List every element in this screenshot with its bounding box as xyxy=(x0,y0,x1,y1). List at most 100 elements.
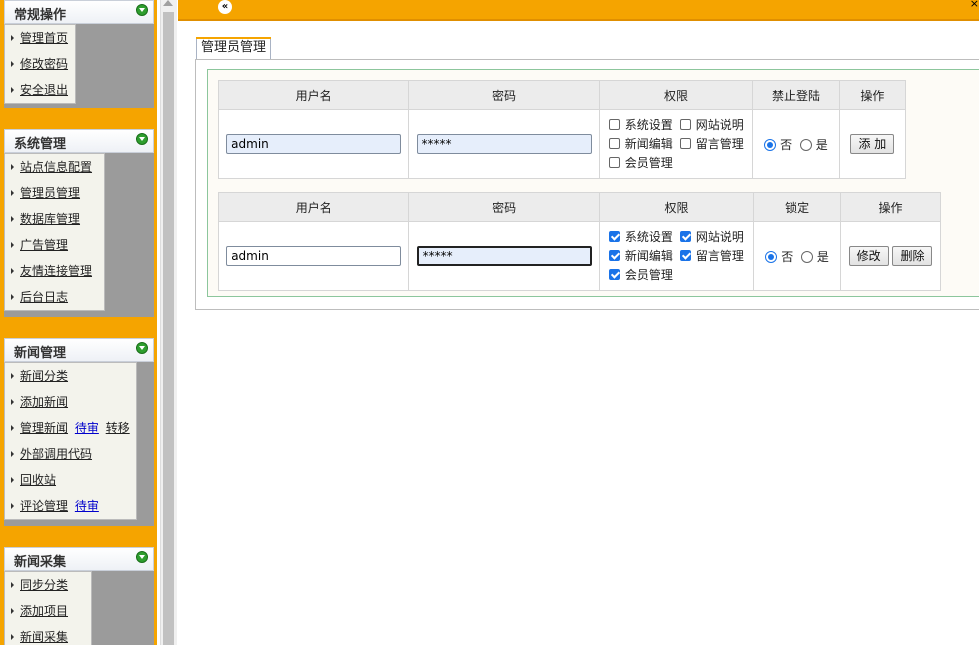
menu-item-link[interactable]: 广告管理 xyxy=(20,238,68,252)
menu-item-external-code[interactable]: 外部调用代码 xyxy=(5,441,136,467)
delete-button[interactable]: 删除 xyxy=(892,246,933,266)
radio-yes[interactable] xyxy=(799,138,812,151)
triangle-right-icon xyxy=(11,451,14,457)
add-button[interactable]: 添 加 xyxy=(850,134,895,154)
perm-label: 留言管理 xyxy=(695,248,744,263)
header-action: 操作 xyxy=(838,80,907,110)
perm-checkbox-news-edit[interactable] xyxy=(608,137,620,149)
main-frame: « × 管理员管理 用户名 密码 权限 禁止登陆 操作 系统设置网站 xyxy=(178,0,979,645)
perm-checkbox-members[interactable] xyxy=(608,156,620,168)
radio-no[interactable] xyxy=(765,250,778,263)
header-permissions: 权限 xyxy=(598,192,755,222)
triangle-right-icon xyxy=(11,190,14,196)
menu-item-link[interactable]: 添加新闻 xyxy=(20,395,68,409)
radio-no[interactable] xyxy=(764,138,777,151)
perm-label: 新闻编辑 xyxy=(624,248,673,263)
menu-items: 同步分类 添加项目 新闻采集 xyxy=(4,571,92,645)
menu-item-news-collect[interactable]: 新闻采集 xyxy=(5,624,91,645)
scroll-up-arrow-icon[interactable] xyxy=(163,0,173,6)
menu-item-friend-links[interactable]: 友情连接管理 xyxy=(5,258,104,284)
menu-group-header[interactable]: 新闻管理 xyxy=(4,338,154,362)
double-left-chevron-icon[interactable]: « xyxy=(218,0,232,14)
menu-item-logout[interactable]: 安全退出 xyxy=(5,77,75,103)
triangle-right-icon xyxy=(11,35,14,41)
perm-checkbox-site-info[interactable] xyxy=(679,230,691,242)
menu-item-link[interactable]: 管理首页 xyxy=(20,31,68,45)
menu-group-common: 常规操作 管理首页 修改密码 安全退出 xyxy=(4,0,154,108)
radio-no-label: 否 xyxy=(781,249,794,264)
header-action: 操作 xyxy=(840,192,941,222)
menu-item-recycle-bin[interactable]: 回收站 xyxy=(5,467,136,493)
menu-item-add-news[interactable]: 添加新闻 xyxy=(5,389,136,415)
menu-group-header[interactable]: 新闻采集 xyxy=(4,547,154,571)
password-input[interactable] xyxy=(416,134,592,154)
expand-arrow-icon[interactable] xyxy=(136,551,148,563)
menu-item-add-project[interactable]: 添加项目 xyxy=(5,598,91,624)
menu-item-link[interactable]: 管理员管理 xyxy=(20,186,80,200)
perm-label: 会员管理 xyxy=(624,155,673,170)
menu-item-link[interactable]: 评论管理 xyxy=(20,499,68,513)
header-ban-login: 禁止登陆 xyxy=(752,80,840,110)
close-icon[interactable]: × xyxy=(970,0,979,10)
menu-item-link[interactable]: 外部调用代码 xyxy=(20,447,92,461)
triangle-right-icon xyxy=(11,216,14,222)
username-input[interactable] xyxy=(226,246,402,266)
triangle-right-icon xyxy=(11,164,14,170)
menu-item-admin-home[interactable]: 管理首页 xyxy=(5,25,75,51)
perm-checkbox-guestbook[interactable] xyxy=(679,137,691,149)
scrollbar-thumb[interactable] xyxy=(163,12,174,645)
header-lock: 锁定 xyxy=(753,192,842,222)
menu-item-site-config[interactable]: 站点信息配置 xyxy=(5,154,104,180)
expand-arrow-icon[interactable] xyxy=(136,342,148,354)
menu-group-header[interactable]: 系统管理 xyxy=(4,129,154,153)
triangle-right-icon xyxy=(11,61,14,67)
pending-link[interactable]: 待审 xyxy=(75,421,99,435)
menu-group-system: 系统管理 站点信息配置 管理员管理 数据库管理 广告管理 友情连接管理 后台日志 xyxy=(4,129,154,317)
menu-item-link[interactable]: 友情连接管理 xyxy=(20,264,92,278)
menu-item-link[interactable]: 安全退出 xyxy=(20,83,68,97)
menu-item-link[interactable]: 后台日志 xyxy=(20,290,68,304)
menu-item-link[interactable]: 新闻分类 xyxy=(20,369,68,383)
tab-admin-manage[interactable]: 管理员管理 xyxy=(196,37,272,59)
menu-item-link[interactable]: 回收站 xyxy=(20,473,56,487)
perm-checkbox-system[interactable] xyxy=(608,118,620,130)
perm-checkbox-guestbook[interactable] xyxy=(679,249,691,261)
triangle-right-icon xyxy=(11,477,14,483)
menu-item-change-password[interactable]: 修改密码 xyxy=(5,51,75,77)
menu-item-link[interactable]: 站点信息配置 xyxy=(20,160,92,174)
menu-item-news-category[interactable]: 新闻分类 xyxy=(5,363,136,389)
radio-yes[interactable] xyxy=(801,250,814,263)
transfer-link[interactable]: 转移 xyxy=(106,421,130,435)
perm-checkbox-site-info[interactable] xyxy=(679,118,691,130)
menu-item-link[interactable]: 同步分类 xyxy=(20,578,68,592)
modify-button[interactable]: 修改 xyxy=(848,246,889,266)
perm-checkbox-system[interactable] xyxy=(608,230,620,242)
expand-arrow-icon[interactable] xyxy=(136,133,148,145)
menu-item-database[interactable]: 数据库管理 xyxy=(5,206,104,232)
menu-item-sync-category[interactable]: 同步分类 xyxy=(5,572,91,598)
menu-item-comments[interactable]: 评论管理 待审 xyxy=(5,493,136,519)
menu-item-manage-news[interactable]: 管理新闻 待审 转移 xyxy=(5,415,136,441)
menu-item-link[interactable]: 管理新闻 xyxy=(20,421,68,435)
menu-item-link[interactable]: 添加项目 xyxy=(20,604,68,618)
menu-item-link[interactable]: 新闻采集 xyxy=(20,630,68,644)
perm-checkbox-members[interactable] xyxy=(608,268,620,280)
menu-item-link[interactable]: 数据库管理 xyxy=(20,212,80,226)
menu-group-body: 站点信息配置 管理员管理 数据库管理 广告管理 友情连接管理 后台日志 xyxy=(4,153,154,317)
expand-arrow-icon[interactable] xyxy=(136,4,148,16)
menu-group-header[interactable]: 常规操作 xyxy=(4,0,154,24)
menu-item-admin-log[interactable]: 后台日志 xyxy=(5,284,104,310)
table-header-row: 用户名 密码 权限 锁定 操作 xyxy=(217,192,941,222)
perm-label: 网站说明 xyxy=(695,117,744,132)
username-input[interactable] xyxy=(226,134,402,154)
password-input[interactable] xyxy=(416,246,592,266)
username-cell xyxy=(217,221,410,291)
menu-item-admin-manage[interactable]: 管理员管理 xyxy=(5,180,104,206)
permissions-cell: 系统设置 网站说明 新闻编辑 留言管理 会员管理 xyxy=(598,221,755,291)
pending-link[interactable]: 待审 xyxy=(75,499,99,513)
menu-item-ads[interactable]: 广告管理 xyxy=(5,232,104,258)
menu-group-body: 同步分类 添加项目 新闻采集 xyxy=(4,571,154,645)
edit-admin-table: 用户名 密码 权限 锁定 操作 系统设置 网站说明 新闻编辑 留言管理 会员管理 xyxy=(217,192,941,291)
menu-item-link[interactable]: 修改密码 xyxy=(20,57,68,71)
perm-checkbox-news-edit[interactable] xyxy=(608,249,620,261)
